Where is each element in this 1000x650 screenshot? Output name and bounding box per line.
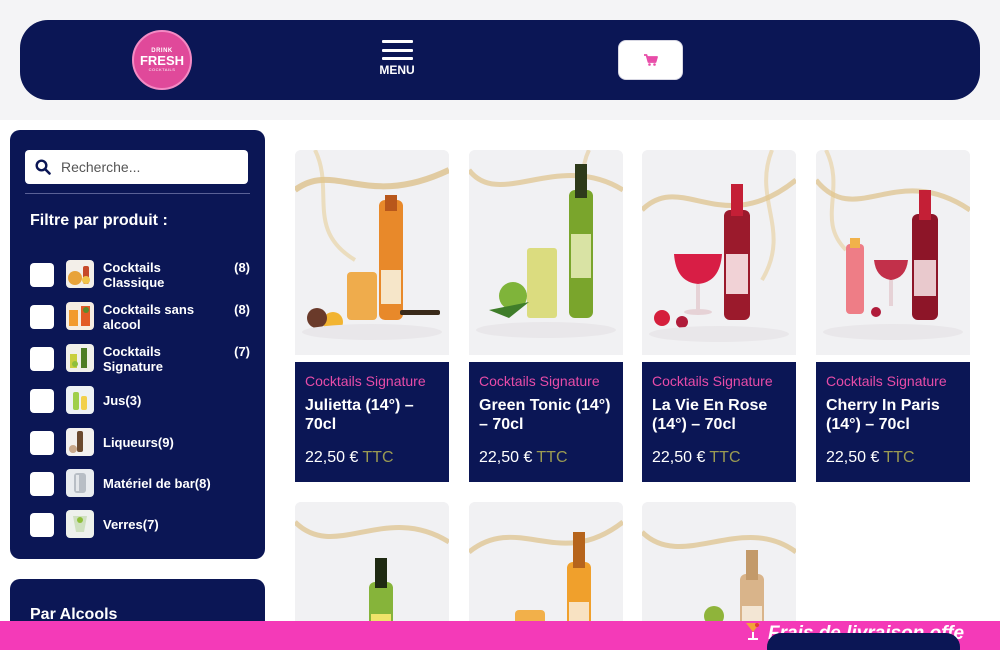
product-price: 22,50 € TTC <box>826 449 915 466</box>
product-name[interactable]: Cherry In Paris (14°) – 70cl <box>826 396 964 434</box>
product-name[interactable]: Julietta (14°) – 70cl <box>305 396 443 434</box>
filter-checkbox[interactable] <box>30 263 54 287</box>
product-card-green-tonic[interactable]: Cocktails Signature Green Tonic (14°) – … <box>469 150 623 482</box>
product-info: Cocktails Signature Green Tonic (14°) – … <box>469 362 623 482</box>
category-thumbnail <box>66 344 94 372</box>
filter-item-cocktails-sans-alcool[interactable]: Cocktails sans alcool (8) <box>30 302 250 332</box>
product-price: 22,50 € TTC <box>652 449 741 466</box>
category-thumbnail <box>66 302 94 330</box>
filter-count: (7) <box>234 344 250 359</box>
filter-item-cocktails-signature[interactable]: Cocktails Signature (7) <box>30 344 250 374</box>
filter-label: Cocktails sans alcool <box>103 302 195 332</box>
filter-checkbox[interactable] <box>30 513 54 537</box>
product-price: 22,50 € TTC <box>305 449 394 466</box>
menu-label: MENU <box>379 63 415 77</box>
product-price: 22,50 € TTC <box>479 449 568 466</box>
search-input[interactable] <box>61 159 241 175</box>
product-info: Cocktails Signature Julietta (14°) – 70c… <box>295 362 449 482</box>
category-thumbnail <box>66 469 94 497</box>
filter-item-liqueurs[interactable]: Liqueurs(9) <box>30 428 250 458</box>
menu-button[interactable]: MENU <box>372 40 422 80</box>
product-category[interactable]: Cocktails Signature <box>652 373 773 389</box>
filter-label: Jus(3) <box>103 393 142 408</box>
search-icon[interactable] <box>25 159 61 175</box>
filter-checkbox[interactable] <box>30 472 54 496</box>
filter-checkbox[interactable] <box>30 431 54 455</box>
product-category[interactable]: Cocktails Signature <box>479 373 600 389</box>
product-info: Cocktails Signature La Vie En Rose (14°)… <box>642 362 796 482</box>
product-name[interactable]: Green Tonic (14°) – 70cl <box>479 396 617 434</box>
filter-count: (8) <box>234 302 250 317</box>
category-thumbnail <box>66 386 94 414</box>
floating-action-pill[interactable] <box>767 633 960 650</box>
category-thumbnail <box>66 510 94 538</box>
filter-item-cocktails-classique[interactable]: Cocktails Classique (8) <box>30 260 250 290</box>
cart-button[interactable] <box>618 40 683 80</box>
product-card-julietta[interactable]: Cocktails Signature Julietta (14°) – 70c… <box>295 150 449 482</box>
filter-checkbox[interactable] <box>30 389 54 413</box>
product-category[interactable]: Cocktails Signature <box>826 373 947 389</box>
filter-checkbox[interactable] <box>30 305 54 329</box>
product-name[interactable]: La Vie En Rose (14°) – 70cl <box>652 396 790 434</box>
filter-checkbox[interactable] <box>30 347 54 371</box>
product-info: Cocktails Signature Cherry In Paris (14°… <box>816 362 970 482</box>
search-box[interactable] <box>25 150 248 184</box>
filter-label: Cocktails Classique <box>103 260 165 290</box>
filter-item-materiel-de-bar[interactable]: Matériel de bar(8) <box>30 469 250 499</box>
cart-icon <box>643 54 658 66</box>
filter-count: (8) <box>234 260 250 275</box>
sidebar-divider <box>25 193 250 194</box>
category-thumbnail <box>66 428 94 456</box>
filter-title: Filtre par produit : <box>30 212 168 229</box>
product-image <box>469 150 623 355</box>
product-image <box>295 150 449 355</box>
cocktail-icon <box>744 621 762 645</box>
hamburger-icon <box>381 40 413 60</box>
product-image <box>642 150 796 355</box>
filter-label: Liqueurs(9) <box>103 435 174 450</box>
category-thumbnail <box>66 260 94 288</box>
filter-item-verres[interactable]: Verres(7) <box>30 510 250 540</box>
filter-label: Verres(7) <box>103 517 159 532</box>
product-card-la-vie-en-rose[interactable]: Cocktails Signature La Vie En Rose (14°)… <box>642 150 796 482</box>
filter-label: Cocktails Signature <box>103 344 163 374</box>
filter-item-jus[interactable]: Jus(3) <box>30 386 250 416</box>
brand-logo[interactable]: DRINK FRESH COCKTAILS <box>132 30 192 90</box>
product-category[interactable]: Cocktails Signature <box>305 373 426 389</box>
logo-main-text: FRESH <box>139 53 185 68</box>
product-card-cherry-in-paris[interactable]: Cocktails Signature Cherry In Paris (14°… <box>816 150 970 482</box>
filter-label: Matériel de bar(8) <box>103 476 211 491</box>
filter-sidebar: Filtre par produit : Cocktails Classique… <box>10 130 265 559</box>
logo-sub-text: COCKTAILS <box>148 67 176 72</box>
site-header: DRINK FRESH COCKTAILS MENU <box>20 20 980 100</box>
product-image <box>816 150 970 355</box>
